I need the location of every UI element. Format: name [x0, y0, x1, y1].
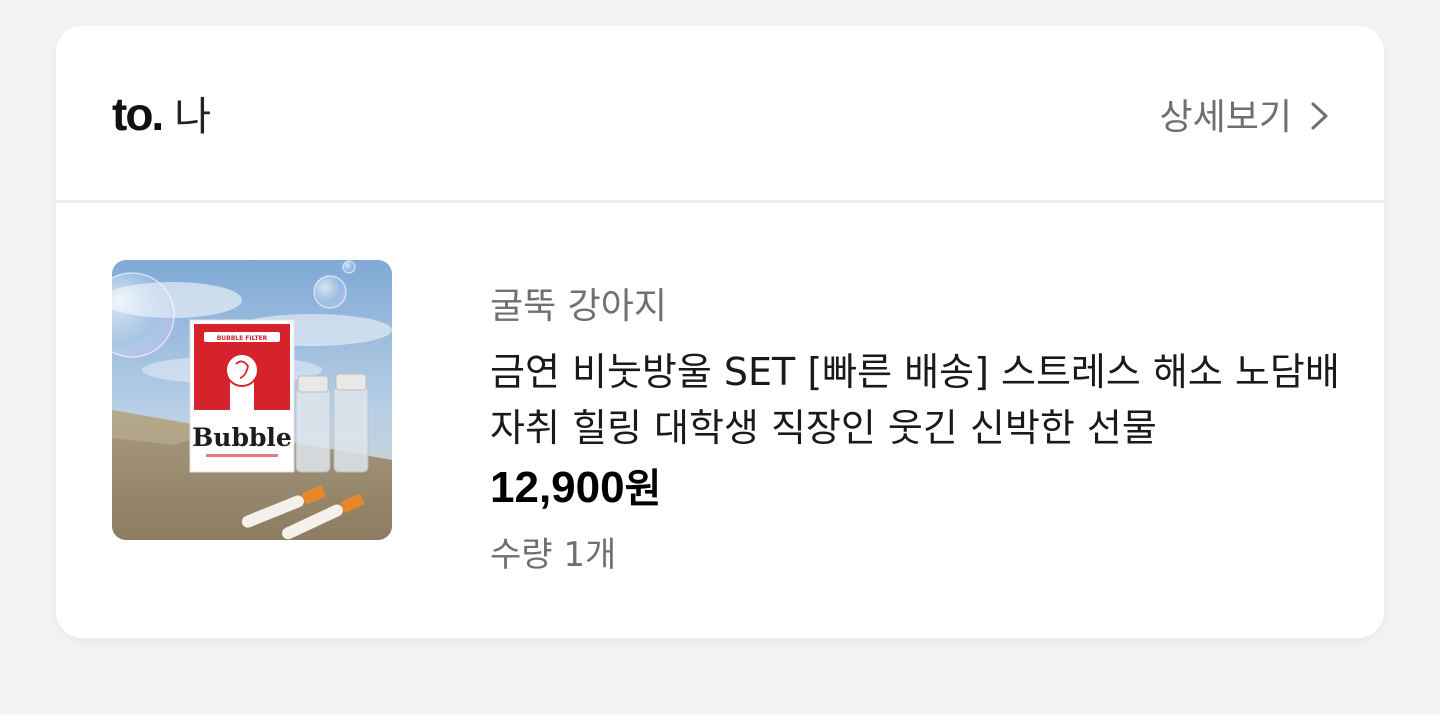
product-price: 12,900원 [490, 460, 1350, 516]
card-header: to. 나 상세보기 [56, 26, 1384, 203]
item-info: 굴뚝 강아지 금연 비눗방울 SET [빠른 배송] 스트레스 해소 노담배 자… [490, 280, 1350, 582]
view-details-label: 상세보기 [1159, 97, 1292, 138]
seller-name[interactable]: 굴뚝 강아지 [490, 280, 1350, 334]
box-label-text: BUBBLE FILTER [217, 335, 268, 342]
recipient-prefix: to. [112, 88, 164, 140]
recipient-name: 나 [174, 94, 212, 140]
order-item: BUBBLE FILTER Bubble 굴뚝 강아지 금연 비눗방울 SET … [112, 260, 1342, 590]
order-gift-card: to. 나 상세보기 BUBBLE FILTER Bubble 굴뚝 강아지 금… [56, 26, 1384, 638]
product-thumbnail[interactable]: BUBBLE FILTER Bubble [112, 260, 392, 540]
chevron-right-icon [1306, 99, 1332, 130]
product-title[interactable]: 금연 비눗방울 SET [빠른 배송] 스트레스 해소 노담배 자취 힐링 대학… [490, 344, 1350, 456]
view-details-link[interactable]: 상세보기 [1160, 88, 1332, 140]
price-number: 12,900 [490, 463, 625, 512]
box-brand-text: Bubble [192, 423, 292, 452]
price-unit: 원 [624, 466, 662, 512]
quantity-label: 수량 1개 [490, 535, 617, 575]
recipient-label: to. 나 [112, 84, 211, 140]
